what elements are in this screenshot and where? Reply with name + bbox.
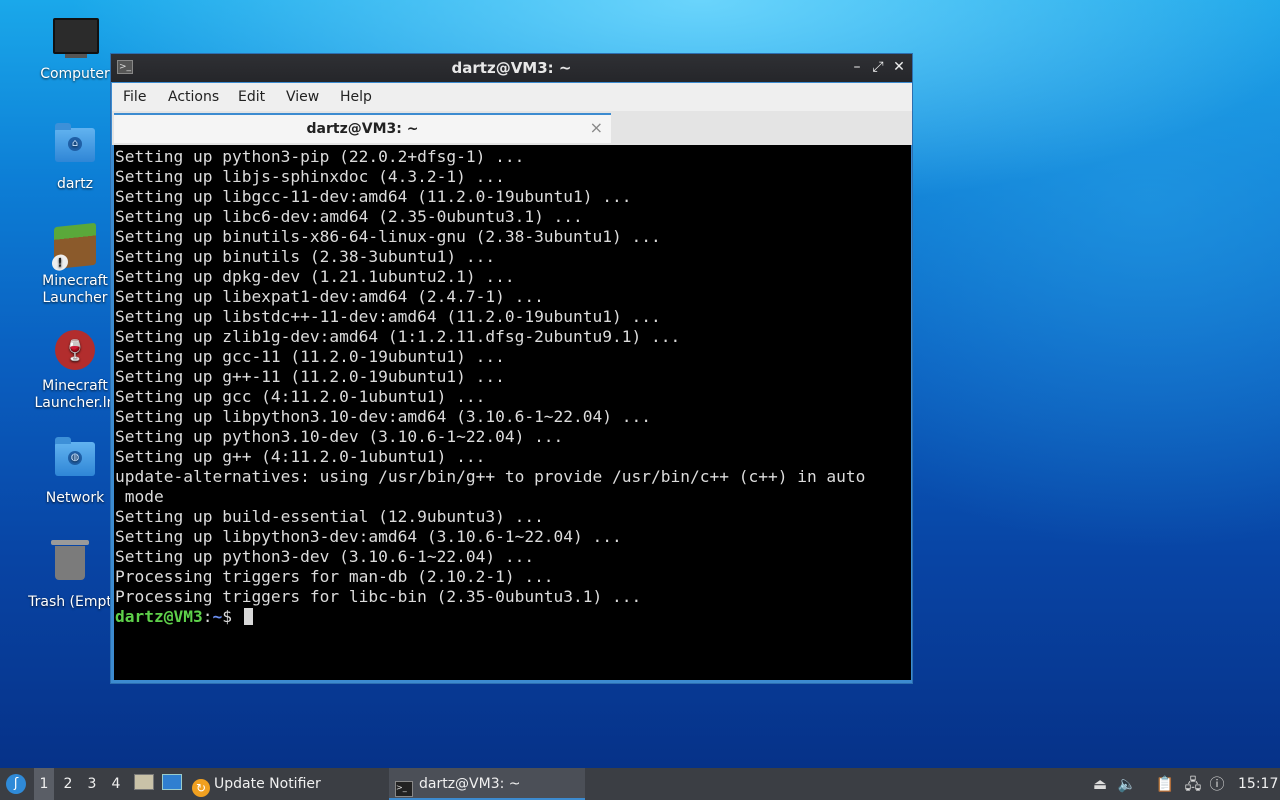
- desktop-icon-label: Minecraft: [42, 273, 108, 289]
- file-manager-launcher[interactable]: [134, 768, 156, 800]
- terminal-line: Setting up libgcc-11-dev:amd64 (11.2.0-1…: [115, 187, 632, 206]
- desktop-icon-label: Computer: [40, 66, 110, 82]
- terminal-line: Setting up dpkg-dev (1.21.1ubuntu2.1) ..…: [115, 267, 515, 286]
- terminal-output[interactable]: Setting up python3-pip (22.0.2+dfsg-1) .…: [114, 145, 911, 680]
- desktop-icon-home[interactable]: ⌂ dartz: [27, 122, 123, 193]
- desktop-icon-trash[interactable]: Trash (Empt: [22, 540, 118, 611]
- tab-label: dartz@VM3: ~: [306, 121, 419, 137]
- terminal-line: Setting up libjs-sphinxdoc (4.3.2-1) ...: [115, 167, 505, 186]
- workspace-4[interactable]: 4: [106, 768, 126, 800]
- desktop-icon: [162, 774, 182, 790]
- workspace-2[interactable]: 2: [58, 768, 78, 800]
- volume-icon[interactable]: 🔈: [1116, 768, 1138, 800]
- clock[interactable]: 15:17: [1238, 768, 1278, 800]
- terminal-line: Setting up libstdc++-11-dev:amd64 (11.2.…: [115, 307, 661, 326]
- prompt-path: ~: [212, 607, 223, 626]
- menu-edit[interactable]: Edit: [238, 89, 265, 105]
- desktop-icon-label: Minecraft: [42, 378, 108, 394]
- prompt-user: dartz@VM3: [115, 607, 203, 626]
- menu-file[interactable]: File: [123, 89, 146, 105]
- tab-terminal[interactable]: dartz@VM3: ~ ×: [114, 113, 611, 143]
- tab-close-icon[interactable]: ×: [590, 118, 603, 137]
- menu-help[interactable]: Help: [340, 89, 372, 105]
- update-notifier-icon: ↻: [192, 779, 210, 797]
- window-title: dartz@VM3: ~: [451, 59, 572, 77]
- trash-icon: [48, 540, 92, 590]
- terminal-prompt: dartz@VM3:~$: [115, 607, 253, 626]
- desktop-icon-label: Launcher.ln: [34, 395, 116, 411]
- terminal-line: Setting up gcc (4:11.2.0-1ubuntu1) ...: [115, 387, 486, 406]
- taskbar: ʃ 1 2 3 4 ↻ Update Notifier >_ dartz@VM3: …: [0, 768, 1280, 800]
- show-desktop-launcher[interactable]: [162, 768, 184, 800]
- maximize-button[interactable]: ⤢: [869, 58, 887, 76]
- prompt-symbol: $: [222, 607, 242, 626]
- desktop-icon-label: Launcher: [42, 290, 108, 306]
- desktop-icon-label: Network: [45, 490, 105, 506]
- terminal-line: Setting up build-essential (12.9ubuntu3)…: [115, 507, 544, 526]
- tab-bar: dartz@VM3: ~ ×: [112, 111, 912, 145]
- home-folder-icon: ⌂: [53, 123, 97, 172]
- terminal-line: Setting up libexpat1-dev:amd64 (2.4.7-1)…: [115, 287, 544, 306]
- tray-up-arrow-icon[interactable]: ⏏: [1089, 768, 1111, 800]
- terminal-line: Setting up python3-pip (22.0.2+dfsg-1) .…: [115, 147, 525, 166]
- desktop-icon-minecraft-launcher-lnk[interactable]: 🍷 Minecraft Launcher.ln: [27, 330, 123, 412]
- terminal-line: Processing triggers for man-db (2.10.2-1…: [115, 567, 554, 586]
- desktop-icon-label: dartz: [56, 176, 94, 192]
- window-titlebar[interactable]: >_ dartz@VM3: ~ – ⤢ ✕: [111, 54, 912, 82]
- menu-view[interactable]: View: [286, 89, 319, 105]
- terminal-window[interactable]: >_ dartz@VM3: ~ – ⤢ ✕ File Actions Edit …: [110, 53, 913, 684]
- task-update-notifier[interactable]: ↻ Update Notifier: [192, 768, 382, 800]
- terminal-line: Setting up python3-dev (3.10.6-1~22.04) …: [115, 547, 535, 566]
- terminal-line: Setting up gcc-11 (11.2.0-19ubuntu1) ...: [115, 347, 505, 366]
- start-menu-button[interactable]: ʃ: [4, 768, 28, 800]
- task-label: dartz@VM3: ~: [419, 776, 521, 792]
- menu-actions[interactable]: Actions: [168, 89, 219, 105]
- desktop-icon-network[interactable]: ◍ Network: [27, 436, 123, 507]
- minimize-button[interactable]: –: [848, 58, 866, 76]
- wine-icon: 🍷: [53, 330, 97, 374]
- terminal-line: update-alternatives: using /usr/bin/g++ …: [115, 467, 866, 486]
- minecraft-grass-icon: !: [52, 222, 97, 272]
- network-icon[interactable]: 🖧: [1182, 768, 1204, 800]
- lubuntu-logo-icon: ʃ: [6, 774, 26, 794]
- terminal-line: Setting up g++ (4:11.2.0-1ubuntu1) ...: [115, 447, 486, 466]
- terminal-line: Processing triggers for libc-bin (2.35-0…: [115, 587, 642, 606]
- terminal-line: Setting up libc6-dev:amd64 (2.35-0ubuntu…: [115, 207, 583, 226]
- terminal-icon: >_: [395, 781, 413, 797]
- terminal-line: mode: [115, 487, 164, 506]
- desktop-icon-computer[interactable]: Computer: [27, 18, 123, 83]
- terminal-line: Setting up libpython3-dev:amd64 (3.10.6-…: [115, 527, 622, 546]
- workspace-3[interactable]: 3: [82, 768, 102, 800]
- menu-bar: File Actions Edit View Help: [112, 83, 912, 111]
- terminal-line: Setting up binutils-x86-64-linux-gnu (2.…: [115, 227, 661, 246]
- computer-icon: [53, 18, 99, 62]
- file-manager-icon: [134, 774, 154, 790]
- task-terminal[interactable]: >_ dartz@VM3: ~: [389, 768, 585, 800]
- terminal-line: Setting up libpython3.10-dev:amd64 (3.10…: [115, 407, 652, 426]
- desktop-icon-minecraft-launcher[interactable]: ! Minecraft Launcher: [27, 222, 123, 307]
- terminal-line: Setting up g++-11 (11.2.0-19ubuntu1) ...: [115, 367, 505, 386]
- prompt-colon: :: [202, 607, 213, 626]
- terminal-line: Setting up zlib1g-dev:amd64 (1:1.2.11.df…: [115, 327, 681, 346]
- task-label: Update Notifier: [214, 776, 321, 792]
- workspace-1[interactable]: 1: [34, 768, 54, 800]
- terminal-line: Setting up python3.10-dev (3.10.6-1~22.0…: [115, 427, 564, 446]
- terminal-cursor: [243, 608, 253, 625]
- close-button[interactable]: ✕: [890, 58, 908, 76]
- update-notification-icon[interactable]: ⓘ: [1206, 768, 1228, 800]
- clipboard-icon[interactable]: 📋: [1154, 768, 1176, 800]
- desktop-icon-label: Trash (Empt: [28, 594, 112, 610]
- network-folder-icon: ◍: [53, 437, 97, 486]
- terminal-line: Setting up binutils (2.38-3ubuntu1) ...: [115, 247, 496, 266]
